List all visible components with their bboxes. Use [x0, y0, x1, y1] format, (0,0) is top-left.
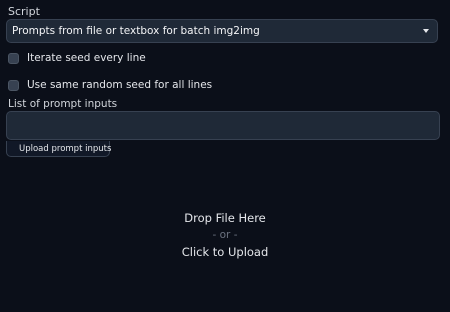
prompt-inputs-label: List of prompt inputs: [8, 98, 118, 110]
click-to-upload-text: Click to Upload: [181, 244, 269, 259]
prompt-inputs-textbox[interactable]: [6, 111, 440, 140]
same-seed-option[interactable]: Use same random seed for all lines: [8, 79, 212, 91]
iterate-seed-label: Iterate seed every line: [27, 52, 146, 64]
same-seed-checkbox[interactable]: [8, 79, 19, 91]
script-select[interactable]: Prompts from file or textbox for batch i…: [6, 19, 438, 43]
upload-tab-label: Upload prompt inputs: [19, 143, 112, 154]
same-seed-label: Use same random seed for all lines: [27, 79, 213, 91]
chevron-down-icon: [423, 29, 429, 33]
iterate-seed-checkbox[interactable]: [8, 52, 19, 64]
script-panel: Script Prompts from file or textbox for …: [0, 0, 450, 312]
iterate-seed-option[interactable]: Iterate seed every line: [8, 52, 146, 64]
file-dropzone[interactable]: Drop File Here - or - Click to Upload: [0, 158, 450, 312]
drop-file-text: Drop File Here: [184, 210, 266, 225]
script-label: Script: [8, 5, 40, 18]
script-select-value: Prompts from file or textbox for batch i…: [12, 25, 260, 37]
or-separator: - or -: [212, 228, 238, 241]
upload-prompt-inputs-tab[interactable]: Upload prompt inputs: [6, 141, 112, 157]
